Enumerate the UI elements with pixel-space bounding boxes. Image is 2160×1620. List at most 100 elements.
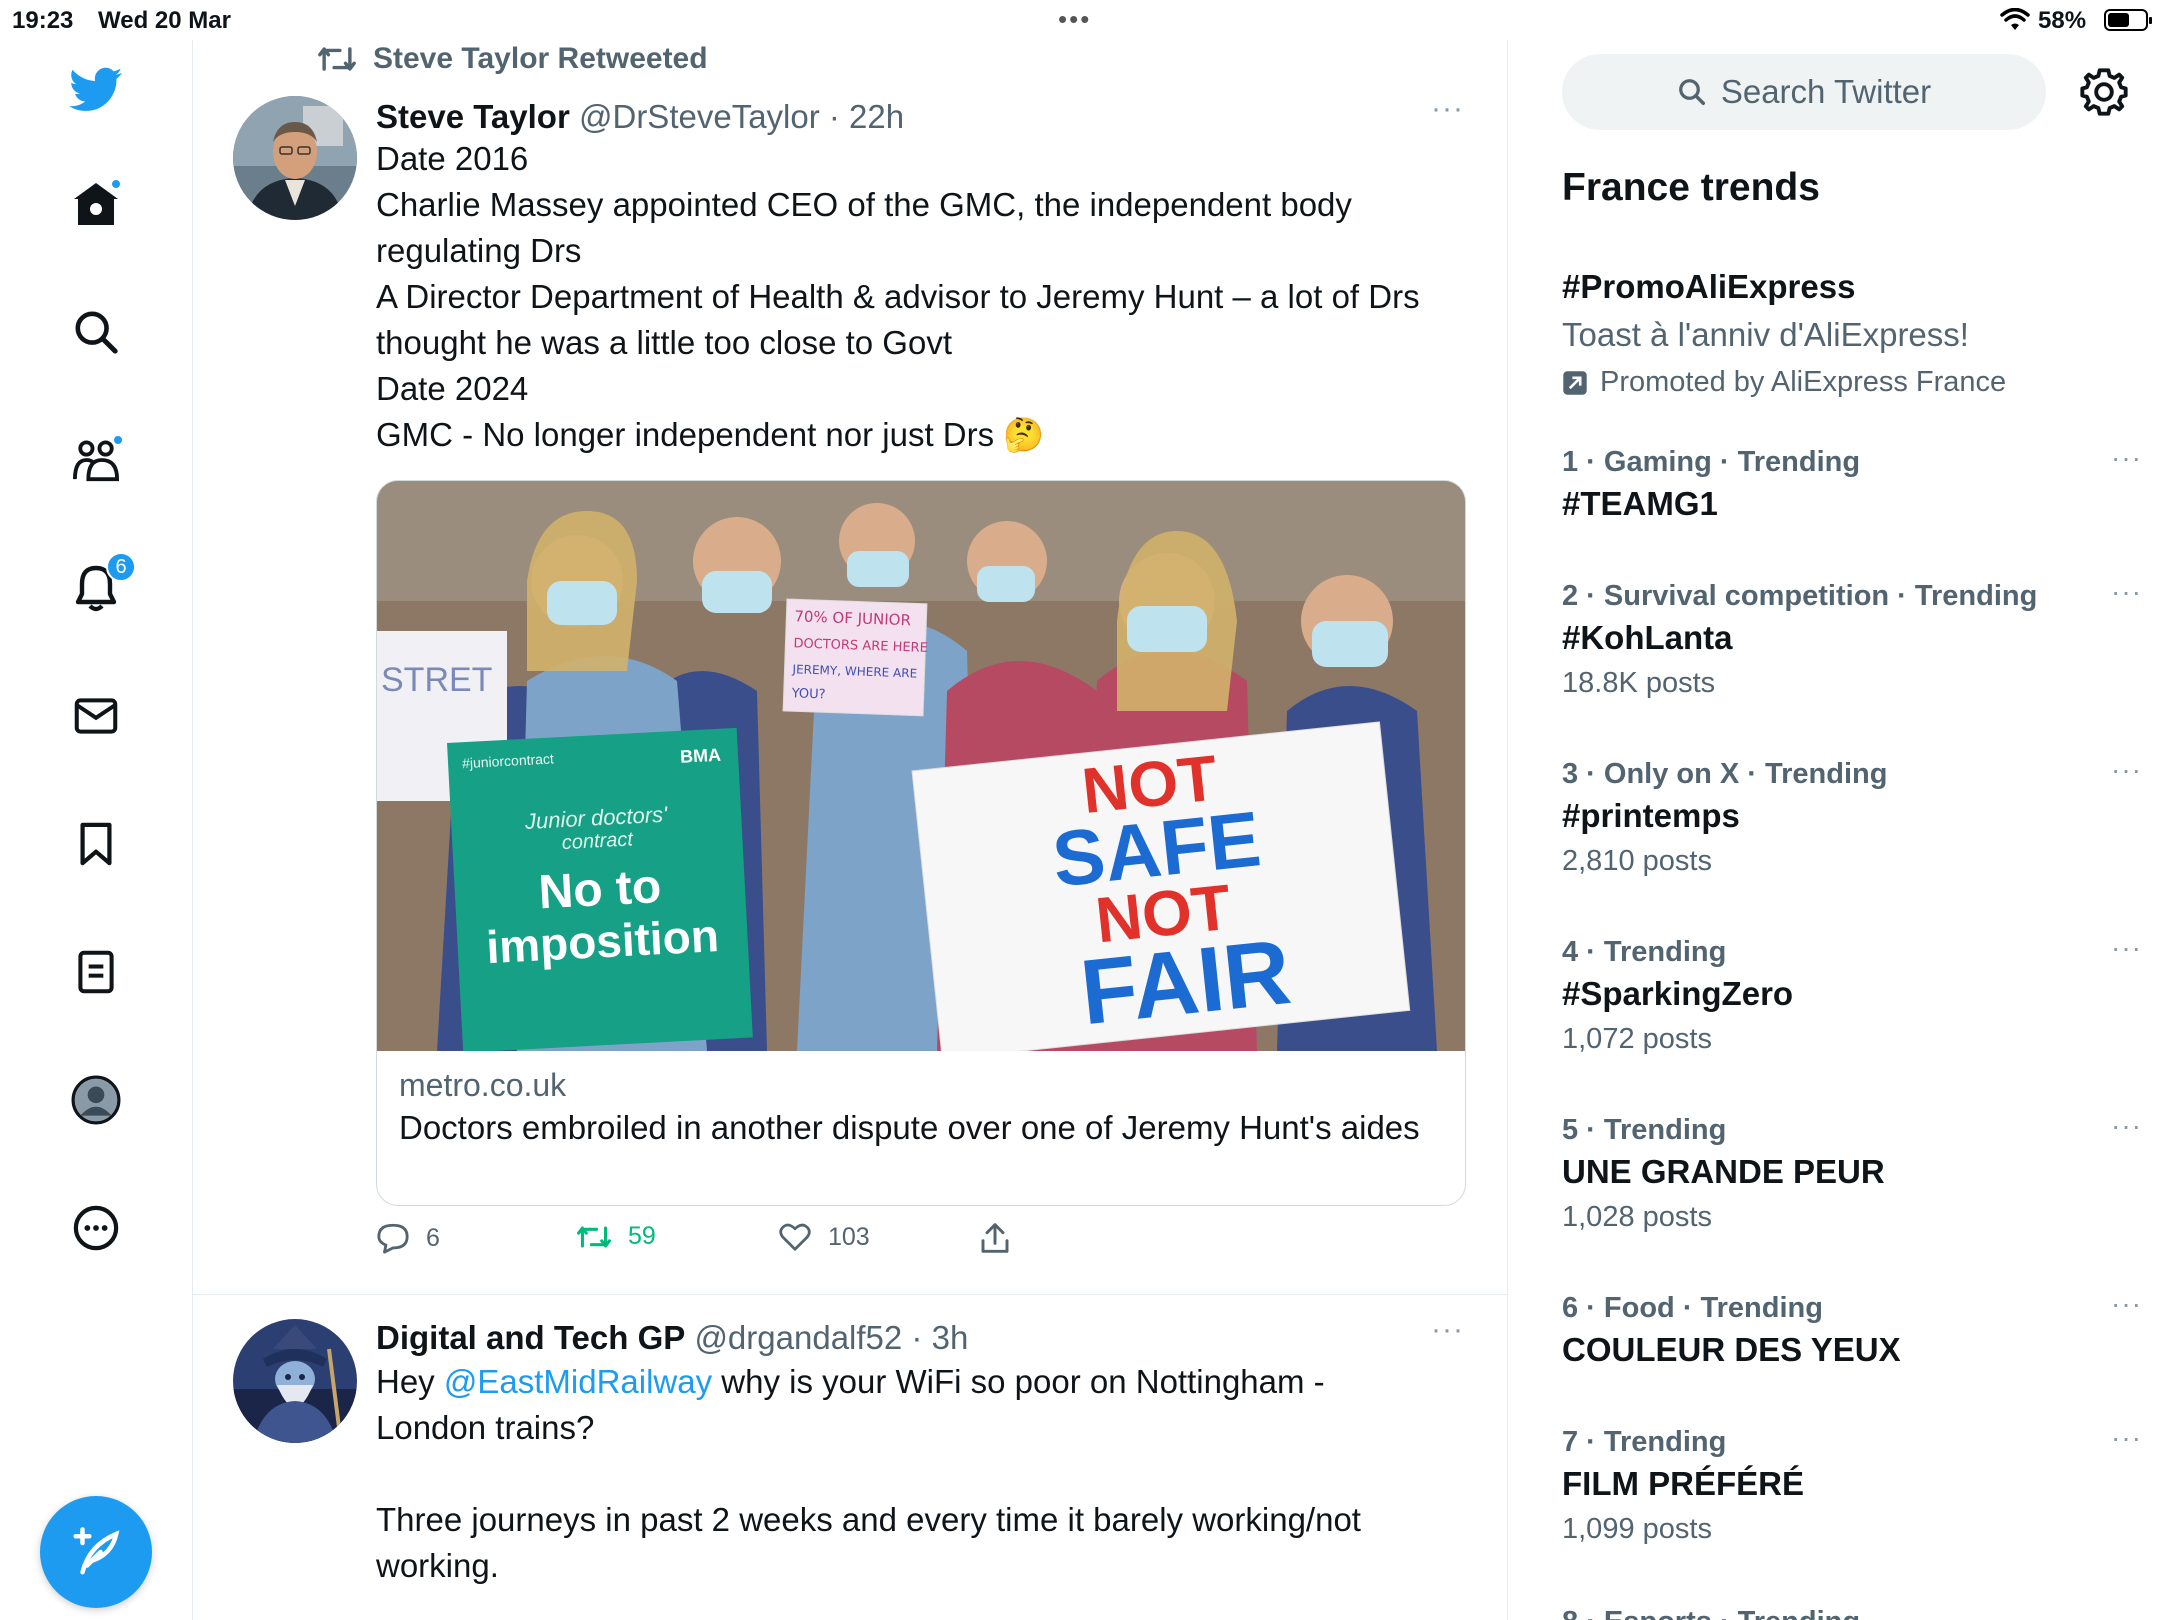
trend-name: UNE GRANDE PEUR (1562, 1153, 1885, 1190)
trend-item[interactable]: 8 · Esports · Trending (1562, 1606, 2142, 1620)
trend-context: 3 · Only on X · Trending (1562, 758, 1888, 790)
tweet-text-line: Three journeys in past 2 weeks and every… (376, 1501, 1361, 1538)
bookmark-icon[interactable] (66, 814, 126, 874)
card-image[interactable]: STRET 70% OF JUNIOR DOCTORS ARE HERE JER… (377, 481, 1466, 1051)
tweet-text-line: Hey @EastMidRailway why is your WiFi so … (376, 1359, 1466, 1405)
tweet[interactable]: Digital and Tech GP @drgandalf52 · 3h ··… (193, 1295, 1507, 1620)
trend-item[interactable]: 3 · Only on X · Trending #printemps 2,81… (1562, 754, 2142, 878)
status-time: 19:23 (12, 7, 74, 34)
trend-context: 1 · Gaming · Trending (1562, 446, 1861, 478)
trend-more-button[interactable]: ··· (2111, 1422, 2142, 1454)
tweet-time[interactable]: 3h (932, 1319, 969, 1356)
tweet[interactable]: Steve Taylor Retweeted Steve Taylor @DrS… (193, 40, 1507, 1294)
meta-separator: · (902, 1319, 932, 1356)
trend-item[interactable]: 1 · Gaming · Trending #TEAMG1 ··· (1562, 442, 2142, 523)
tweet-header: Digital and Tech GP @drgandalf52 · 3h (376, 1319, 968, 1357)
trend-name: #SparkingZero (1562, 975, 1794, 1012)
promoted-trend[interactable]: #PromoAliExpress Toast à l'anniv d'AliEx… (1562, 262, 2142, 399)
reply-icon (377, 1223, 409, 1254)
more-options-icon[interactable] (66, 1198, 126, 1258)
tweet-text-line: thought he was a little too close to Gov… (376, 324, 953, 361)
reply-count: 6 (426, 1223, 440, 1252)
trend-context: 5 · Trending (1562, 1114, 1727, 1146)
trend-item[interactable]: 6 · Food · Trending COULEUR DES YEUX ··· (1562, 1288, 2142, 1369)
retweet-button[interactable]: 59 (576, 1222, 656, 1251)
tweet-text-line: London trains? (376, 1409, 595, 1446)
tweet-more-button[interactable]: ··· (1431, 92, 1464, 126)
trend-item[interactable]: 7 · Trending FILM PRÉFÉRÉ 1,099 posts ··… (1562, 1422, 2142, 1546)
trend-more-button[interactable]: ··· (2111, 1110, 2142, 1142)
share-button[interactable] (980, 1222, 1010, 1254)
right-sidebar: Search Twitter France trends #PromoAliEx… (1508, 40, 2160, 1620)
author-name[interactable]: Steve Taylor (376, 98, 570, 135)
home-icon[interactable] (66, 174, 126, 234)
profile-avatar-icon[interactable] (66, 1070, 126, 1130)
trend-post-count: 18.8K posts (1562, 667, 1716, 699)
notifications-bell-icon[interactable]: 6 (66, 552, 136, 618)
trend-post-count: 1,072 posts (1562, 1023, 1712, 1055)
heart-icon (779, 1223, 811, 1251)
avatar[interactable] (233, 1319, 357, 1443)
card-title: Doctors embroiled in another dispute ove… (399, 1109, 1420, 1146)
link-preview-card[interactable]: STRET 70% OF JUNIOR DOCTORS ARE HERE JER… (376, 480, 1466, 1206)
trend-more-button[interactable]: ··· (2111, 576, 2142, 608)
avatar[interactable] (233, 96, 357, 220)
trends-title: France trends (1562, 166, 1820, 209)
tweet-time[interactable]: 22h (849, 98, 904, 135)
promoted-by: Promoted by AliExpress France (1562, 366, 2142, 399)
timeline: Steve Taylor Retweeted Steve Taylor @DrS… (193, 40, 1508, 1620)
trend-name: #KohLanta (1562, 619, 1733, 656)
trend-context: 2 · Survival competition · Trending (1562, 580, 2038, 612)
trend-name: FILM PRÉFÉRÉ (1562, 1465, 1805, 1502)
communities-notification-dot (112, 434, 124, 446)
trend-context: 8 · Esports · Trending (1562, 1606, 2142, 1620)
tweet-header: Steve Taylor @DrSteveTaylor · 22h (376, 98, 904, 136)
author-handle[interactable]: @DrSteveTaylor (579, 98, 820, 135)
battery-percentage: 58% (2038, 7, 2087, 34)
trend-post-count: 1,099 posts (1562, 1513, 1712, 1545)
tweet-text: Date 2016 Charlie Massey appointed CEO o… (376, 136, 1466, 458)
author-handle[interactable]: @drgandalf52 (694, 1319, 902, 1356)
communities-icon[interactable] (66, 430, 126, 490)
lists-icon[interactable] (66, 942, 126, 1002)
gear-icon[interactable] (2078, 66, 2130, 118)
trend-more-button[interactable]: ··· (2111, 442, 2142, 474)
promoted-description: Toast à l'anniv d'AliExpress! (1562, 316, 1969, 353)
retweet-icon (577, 1225, 611, 1248)
reply-button[interactable]: 6 (376, 1222, 440, 1254)
compose-tweet-button[interactable] (40, 1496, 152, 1608)
status-bar: 19:23 Wed 20 Mar ••• 58% (0, 0, 2160, 40)
trend-more-button[interactable]: ··· (2111, 754, 2142, 786)
trend-post-count: 1,028 posts (1562, 1201, 1712, 1233)
trend-item[interactable]: 5 · Trending UNE GRANDE PEUR 1,028 posts… (1562, 1110, 2142, 1234)
tweet-text-line: A Director Department of Health & adviso… (376, 278, 1420, 315)
trend-more-button[interactable]: ··· (2111, 932, 2142, 964)
search-icon[interactable] (66, 302, 126, 362)
retweet-context-label: Steve Taylor Retweeted (373, 42, 708, 75)
trend-item[interactable]: 4 · Trending #SparkingZero 1,072 posts ·… (1562, 932, 2142, 1056)
trend-more-button[interactable]: ··· (2111, 1288, 2142, 1320)
mention-link[interactable]: @EastMidRailway (444, 1363, 712, 1400)
twitter-logo-icon[interactable] (66, 60, 126, 120)
multitasking-dots-icon[interactable]: ••• (1058, 4, 1091, 35)
sign-text: No to (537, 860, 662, 919)
home-notification-dot (110, 178, 122, 190)
search-input[interactable]: Search Twitter (1562, 54, 2046, 130)
promoted-icon (1563, 370, 1587, 395)
trend-name: #printemps (1562, 797, 1740, 834)
tweet-text-line: Date 2016 (376, 140, 529, 177)
tweet-text-line: regulating Drs (376, 232, 582, 269)
tweet-more-button[interactable]: ··· (1431, 1313, 1464, 1347)
retweet-context: Steve Taylor Retweeted (317, 42, 708, 76)
like-count: 103 (828, 1222, 870, 1251)
messages-mail-icon[interactable] (66, 686, 126, 746)
trend-name: COULEUR DES YEUX (1562, 1331, 1901, 1368)
trend-post-count: 2,810 posts (1562, 845, 1712, 877)
tweet-actions: 6 59 103 (376, 1222, 1076, 1266)
trend-context: 6 · Food · Trending (1562, 1292, 1823, 1324)
trend-item[interactable]: 2 · Survival competition · Trending #Koh… (1562, 576, 2142, 700)
tweet-text-line: Date 2024 (376, 370, 529, 407)
like-button[interactable]: 103 (778, 1222, 870, 1252)
author-name[interactable]: Digital and Tech GP (376, 1319, 685, 1356)
